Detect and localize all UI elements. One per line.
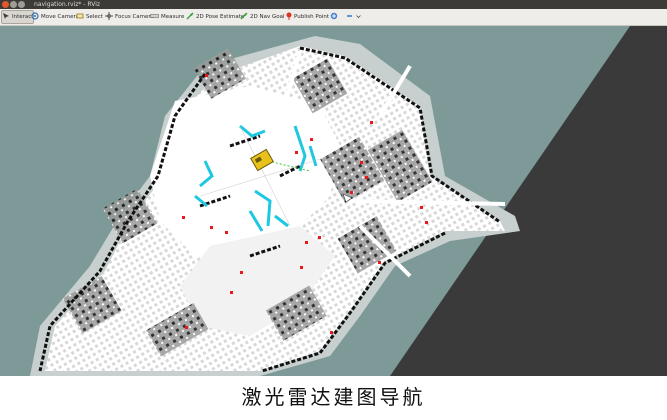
title-bar: navigation.rviz* - RViz xyxy=(0,0,667,9)
tools-toolbar: Interact Move Camera Select Focus Camera… xyxy=(0,9,667,26)
interact-icon xyxy=(2,12,10,22)
focus-camera-tool-label: Focus Camera xyxy=(115,14,155,20)
maximize-window-button[interactable] xyxy=(18,1,25,8)
focus-camera-icon xyxy=(105,12,113,22)
publish-point-tool-button[interactable]: Publish Point xyxy=(286,11,329,23)
move-camera-tool-button[interactable]: Move Camera xyxy=(31,11,79,23)
select-tool-button[interactable]: Select xyxy=(76,11,103,23)
measure-tool-label: Measure xyxy=(161,14,185,20)
publish-point-tool-label: Publish Point xyxy=(294,14,330,20)
rviz-window: navigation.rviz* - RViz Interact Move Ca… xyxy=(0,0,667,376)
minimize-window-button[interactable] xyxy=(10,1,17,8)
close-window-button[interactable] xyxy=(2,1,9,8)
select-icon xyxy=(76,12,84,22)
nav-goal-tool-button[interactable]: 2D Nav Goal xyxy=(240,11,285,23)
minus-icon xyxy=(346,12,354,22)
pose-estimate-tool-button[interactable]: 2D Pose Estimate xyxy=(186,11,244,23)
plus-icon xyxy=(330,12,338,22)
window-title: navigation.rviz* - RViz xyxy=(34,1,101,8)
measure-tool-button[interactable]: Measure xyxy=(150,11,184,23)
publish-point-icon xyxy=(286,12,292,22)
pose-estimate-icon xyxy=(186,12,194,22)
3d-render-viewport[interactable] xyxy=(0,26,667,376)
occupancy-map xyxy=(30,26,667,376)
move-camera-icon xyxy=(31,12,39,22)
nav-goal-tool-label: 2D Nav Goal xyxy=(250,14,285,20)
interact-tool-button[interactable]: Interact xyxy=(1,10,35,24)
add-tool-button[interactable] xyxy=(330,11,340,23)
caption-text: 激光雷达建图导航 xyxy=(241,385,426,409)
focus-camera-tool-button[interactable]: Focus Camera xyxy=(105,11,154,23)
remove-tool-button[interactable] xyxy=(346,11,363,23)
nav-goal-icon xyxy=(240,12,248,22)
chevron-down-icon xyxy=(356,14,361,21)
move-camera-tool-label: Move Camera xyxy=(41,14,80,20)
pose-estimate-tool-label: 2D Pose Estimate xyxy=(196,14,245,20)
select-tool-label: Select xyxy=(86,14,103,20)
measure-icon xyxy=(150,12,159,22)
